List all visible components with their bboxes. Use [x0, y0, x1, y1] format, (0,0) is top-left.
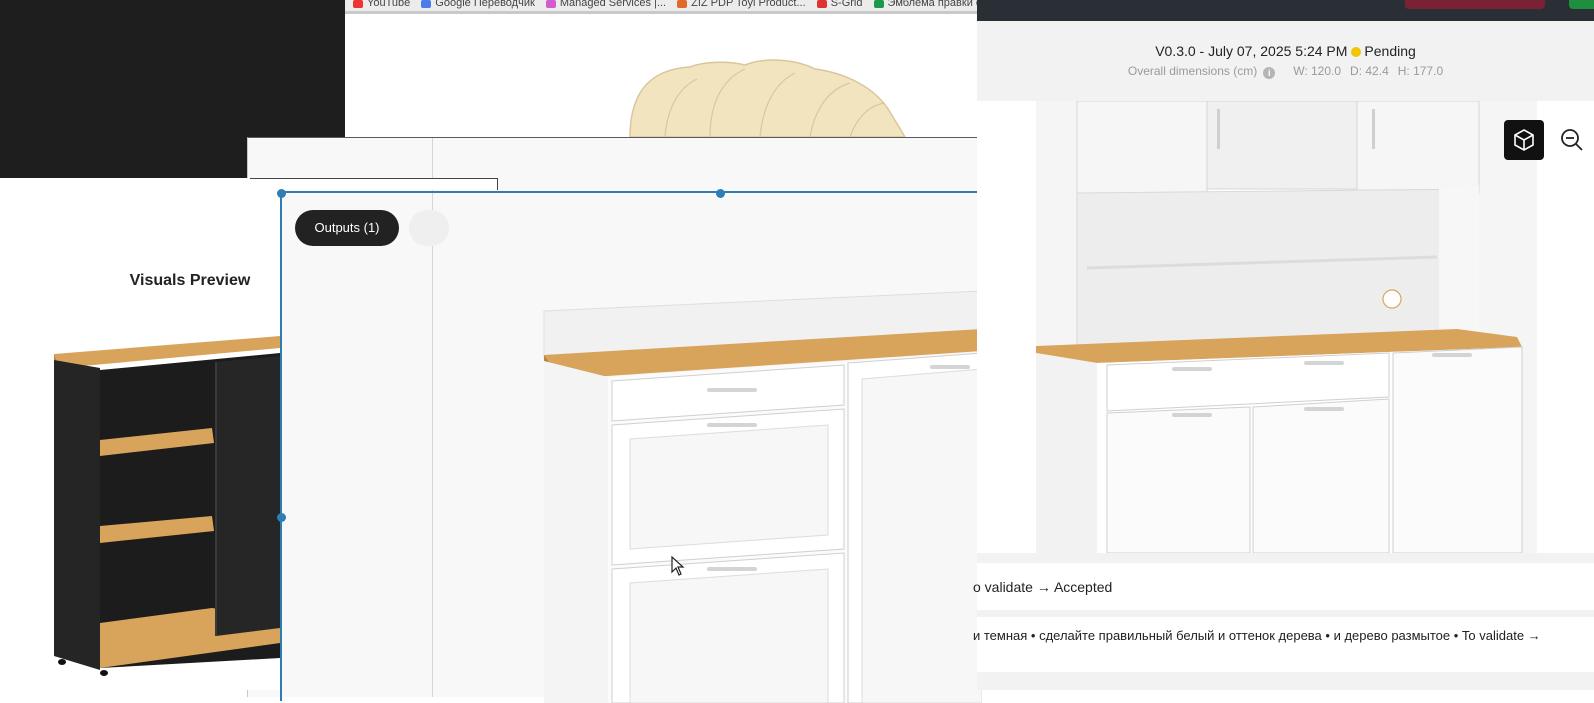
- bookmark-item[interactable]: Эмблема правки от...: [873, 0, 977, 9]
- cabinet-black-preview: [54, 336, 280, 676]
- history-row-text: o validate → Accepted: [973, 579, 1113, 595]
- selection-frame[interactable]: [280, 191, 982, 703]
- resize-handle-top[interactable]: [716, 189, 725, 198]
- info-icon[interactable]: i: [1263, 67, 1276, 79]
- bookmarks-bar: YouTube Google Переводчик Managed Servic…: [345, 0, 977, 14]
- hutch-cabinet-render: [1036, 101, 1537, 553]
- youtube-icon: [353, 0, 363, 8]
- visuals-preview-card: [0, 178, 280, 690]
- bookmark-item[interactable]: S-Grid: [816, 0, 862, 9]
- outputs-button[interactable]: Outputs (1): [295, 210, 399, 246]
- cube-icon: [1514, 129, 1534, 151]
- history-row-text: и темная • сделайте правильный белый и о…: [973, 628, 1541, 643]
- sofa-illustration: [629, 59, 906, 137]
- view-3d-button[interactable]: [1504, 120, 1544, 160]
- sideboard-white-render: [543, 290, 982, 703]
- mouse-cursor-icon: [671, 555, 685, 581]
- translate-icon: [421, 0, 432, 8]
- version-header: V0.3.0 - July 07, 2025 5:24 PM Pending: [977, 43, 1594, 59]
- history-row: [977, 617, 1594, 672]
- document-icon: [816, 0, 827, 8]
- dimensions-row: Overall dimensions (cm) i W: 120.0 D: 42.4 H…: [977, 64, 1594, 79]
- resize-handle-left[interactable]: [277, 513, 286, 522]
- sheet-icon: [873, 0, 884, 8]
- dimension-height: H: 177.0: [1397, 64, 1444, 78]
- status-dot-icon: [1351, 47, 1362, 57]
- accept-button[interactable]: [1569, 0, 1594, 9]
- dimension-width: W: 120.0: [1293, 64, 1342, 78]
- zoom-out-icon: [1561, 129, 1583, 151]
- bookmark-item[interactable]: Managed Services |...: [545, 0, 666, 9]
- zoom-out-button[interactable]: [1556, 124, 1588, 156]
- product-image-sofa: [345, 17, 977, 137]
- status-badge: Pending: [1364, 43, 1416, 59]
- bookmark-icon: [677, 0, 688, 8]
- resize-handle-top-left[interactable]: [277, 189, 286, 198]
- version-text: V0.3.0 - July 07, 2025 5:24 PM: [1155, 43, 1348, 59]
- card-tab-outline: [250, 178, 498, 190]
- dimension-depth: D: 42.4: [1350, 64, 1389, 78]
- bookmark-icon: [545, 0, 556, 8]
- secondary-tab-button[interactable]: [409, 210, 449, 246]
- bookmark-item[interactable]: ZIZ PDP Toyl Product...: [677, 0, 806, 9]
- bookmark-item[interactable]: Google Переводчик: [421, 0, 535, 9]
- reject-button[interactable]: [1405, 0, 1545, 9]
- bookmark-item[interactable]: YouTube: [353, 0, 410, 9]
- product-viewer[interactable]: [977, 101, 1594, 553]
- dimensions-label: Overall dimensions (cm): [1127, 64, 1258, 78]
